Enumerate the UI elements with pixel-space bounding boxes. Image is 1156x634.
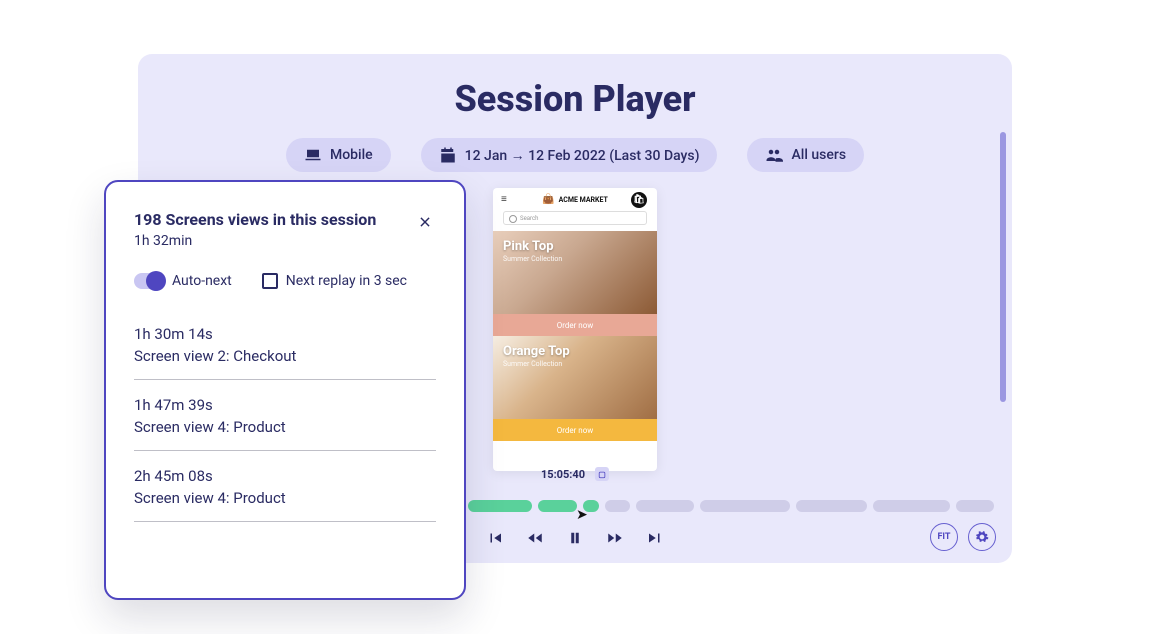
product-card[interactable]: Pink Top Summer Collection Order now (493, 231, 657, 336)
popover-close-button[interactable] (414, 210, 436, 237)
timeline-segment[interactable] (636, 500, 694, 512)
calendar-icon (439, 146, 457, 164)
screen-view-list: 1h 30m 14s Screen view 2: Checkout 1h 47… (134, 309, 436, 522)
toggle-icon (134, 273, 164, 289)
gear-icon (975, 530, 989, 544)
timeline-segment[interactable] (700, 500, 790, 512)
timeline-segment[interactable] (583, 500, 599, 512)
date-range-filter[interactable]: 12 Jan → 12 Feb 2022 (Last 30 Days) (421, 138, 718, 172)
users-filter[interactable]: All users (747, 138, 864, 172)
users-filter-label: All users (791, 147, 846, 163)
popover-title: 198 Screens views in this session (134, 210, 376, 229)
entry-name: Screen view 4: Product (134, 489, 436, 507)
next-replay-label: Next replay in 3 sec (286, 273, 407, 289)
bag-icon: 👜 (542, 194, 554, 205)
skip-forward-button[interactable] (644, 527, 666, 549)
device-search-input[interactable]: Search (503, 211, 647, 225)
device-preview: ≡ 👜 ACME MARKET 🛍 Search Pink Top Summer… (493, 188, 657, 471)
rewind-button[interactable] (524, 527, 546, 549)
list-item[interactable]: 1h 47m 39s Screen view 4: Product (134, 380, 436, 451)
entry-time: 1h 30m 14s (134, 325, 436, 343)
settings-button[interactable] (968, 523, 996, 551)
entry-name: Screen view 2: Checkout (134, 347, 436, 365)
screen-views-popover: 198 Screens views in this session 1h 32m… (104, 180, 466, 600)
device-filter[interactable]: Mobile (286, 138, 391, 172)
vertical-scrollbar[interactable] (1000, 132, 1006, 402)
cart-badge-icon: 🛍 (631, 192, 647, 208)
timeline-segment[interactable] (956, 500, 995, 512)
playback-controls (484, 527, 666, 549)
playhead-timecode: 15:05:40 (541, 468, 585, 481)
product-cta-button[interactable]: Order now (493, 314, 657, 336)
auto-next-toggle[interactable]: Auto-next (134, 273, 232, 289)
hamburger-icon: ≡ (501, 194, 507, 205)
popover-duration: 1h 32min (134, 233, 376, 249)
page-title: Session Player (138, 78, 1012, 120)
timeline-segment[interactable] (796, 500, 867, 512)
device-filter-label: Mobile (330, 147, 373, 163)
timeline-segment[interactable] (873, 500, 950, 512)
auto-next-label: Auto-next (172, 273, 232, 289)
pause-button[interactable] (564, 527, 586, 549)
entry-time: 2h 45m 08s (134, 467, 436, 485)
timecode-row: 15:05:40 ▢ (541, 467, 609, 481)
marker-badge-icon: ▢ (595, 467, 609, 481)
checkbox-icon (262, 273, 278, 289)
list-item[interactable]: 2h 45m 08s Screen view 4: Product (134, 451, 436, 522)
product-card[interactable]: Orange Top Summer Collection Order now (493, 336, 657, 441)
timeline-segment[interactable] (468, 500, 532, 512)
product-cta-button[interactable]: Order now (493, 419, 657, 441)
date-range-label: 12 Jan → 12 Feb 2022 (Last 30 Days) (465, 147, 700, 164)
product-name: Orange Top (503, 344, 570, 359)
timeline-segment[interactable] (605, 500, 631, 512)
device-search-placeholder: Search (520, 215, 538, 222)
timeline-segment[interactable] (538, 500, 577, 512)
filter-bar: Mobile 12 Jan → 12 Feb 2022 (Last 30 Day… (138, 138, 1012, 172)
close-icon (418, 215, 432, 229)
users-icon (765, 146, 783, 164)
list-item[interactable]: 1h 30m 14s Screen view 2: Checkout (134, 309, 436, 380)
entry-name: Screen view 4: Product (134, 418, 436, 436)
zoom-controls: FIT (930, 523, 996, 551)
skip-back-button[interactable] (484, 527, 506, 549)
product-subtitle: Summer Collection (503, 255, 562, 263)
playback-timeline[interactable] (468, 499, 994, 513)
next-replay-checkbox[interactable]: Next replay in 3 sec (262, 273, 407, 289)
device-header: ≡ 👜 ACME MARKET 🛍 (493, 188, 657, 209)
fast-forward-button[interactable] (604, 527, 626, 549)
product-subtitle: Summer Collection (503, 360, 562, 368)
product-name: Pink Top (503, 239, 554, 254)
entry-time: 1h 47m 39s (134, 396, 436, 414)
device-brand: ACME MARKET (559, 196, 608, 204)
laptop-icon (304, 146, 322, 164)
fit-button[interactable]: FIT (930, 523, 958, 551)
